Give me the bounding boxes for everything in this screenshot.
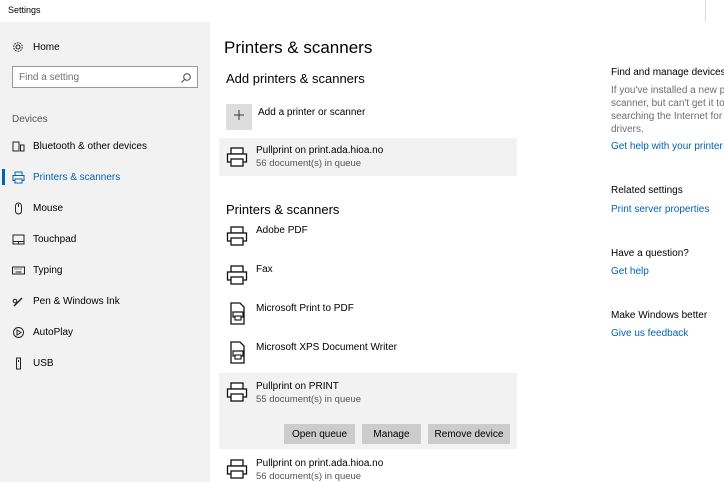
find-devices-heading: Find and manage devices	[611, 67, 724, 78]
device-name: Microsoft Print to PDF	[256, 303, 354, 314]
find-devices-text-line: If you've installed a new pr	[611, 85, 724, 96]
sidebar-home-label: Home	[33, 41, 60, 53]
plus-icon	[233, 108, 245, 126]
open-queue-button[interactable]: Open queue	[284, 424, 355, 444]
search-icon[interactable]	[180, 71, 192, 83]
sidebar-section-devices: Devices	[12, 114, 48, 125]
usb-icon	[11, 356, 25, 370]
sidebar-item-label: AutoPlay	[33, 326, 74, 338]
pen-icon	[11, 294, 25, 308]
device-name: Pullprint on PRINT	[256, 381, 339, 392]
manage-button[interactable]: Manage	[362, 424, 421, 444]
printer-icon	[226, 264, 248, 286]
document-printer-icon	[226, 302, 248, 325]
device-item-ms-print-to-pdf[interactable]: Microsoft Print to PDF	[219, 300, 517, 334]
sidebar-item-printers[interactable]: Printers & scanners	[0, 164, 210, 190]
sidebar-item-label: Mouse	[33, 202, 64, 214]
sidebar-item-usb[interactable]: USB	[0, 350, 210, 376]
sidebar-item-bluetooth[interactable]: Bluetooth & other devices	[0, 133, 210, 159]
printers-list-heading: Printers & scanners	[226, 202, 340, 217]
print-server-properties-link[interactable]: Print server properties	[611, 204, 709, 215]
device-name: Pullprint on print.ada.hioa.no	[256, 145, 384, 156]
sidebar-item-label: Bluetooth & other devices	[33, 140, 147, 152]
sidebar-item-touchpad[interactable]: Touchpad	[0, 226, 210, 252]
title-bar: Settings	[0, 0, 724, 22]
window-edge	[705, 0, 706, 22]
device-item-ms-xps-writer[interactable]: Microsoft XPS Document Writer	[219, 339, 517, 373]
sidebar-item-autoplay[interactable]: AutoPlay	[0, 319, 210, 345]
feedback-heading: Make Windows better	[611, 310, 708, 321]
found-printer-item[interactable]: Pullprint on print.ada.hioa.no 56 docume…	[219, 138, 517, 176]
printer-icon	[11, 170, 25, 184]
device-name: Pullprint on print.ada.hioa.no	[256, 458, 384, 469]
sidebar-item-mouse[interactable]: Mouse	[0, 195, 210, 221]
device-item-adobe-pdf[interactable]: Adobe PDF	[219, 222, 517, 256]
printer-help-link[interactable]: Get help with your printer	[611, 141, 723, 152]
touchpad-icon	[11, 232, 25, 246]
search-input[interactable]	[19, 70, 179, 84]
document-printer-icon	[226, 341, 248, 364]
sidebar-item-typing[interactable]: Typing	[0, 257, 210, 283]
related-settings-heading: Related settings	[611, 185, 683, 196]
add-printer-label[interactable]: Add a printer or scanner	[258, 107, 365, 118]
device-item-fax[interactable]: Fax	[219, 261, 517, 295]
remove-device-button[interactable]: Remove device	[428, 424, 510, 444]
sidebar-item-label: Printers & scanners	[33, 171, 121, 183]
printer-icon	[226, 146, 248, 168]
sidebar-item-label: USB	[33, 357, 54, 369]
bluetooth-devices-icon	[11, 139, 25, 153]
printer-icon	[226, 225, 248, 247]
gear-icon	[11, 40, 25, 54]
device-name: Microsoft XPS Document Writer	[256, 342, 397, 353]
sidebar-item-label: Pen & Windows Ink	[33, 295, 120, 307]
device-item-pullprint-ada[interactable]: Pullprint on print.ada.hioa.no 56 docume…	[219, 452, 517, 482]
sidebar-home[interactable]: Home	[0, 34, 210, 60]
find-devices-text-line: drivers.	[611, 124, 644, 135]
page-title: Printers & scanners	[224, 38, 373, 57]
printer-icon	[226, 381, 248, 403]
sidebar: Home Devices Bluetooth & other devices P…	[0, 22, 210, 482]
device-status: 56 document(s) in queue	[256, 471, 362, 482]
keyboard-icon	[11, 263, 25, 277]
sidebar-item-label: Touchpad	[33, 233, 77, 245]
printer-icon	[226, 458, 248, 480]
add-printer-button[interactable]	[226, 104, 252, 130]
device-name: Fax	[256, 264, 273, 275]
sidebar-item-label: Typing	[33, 264, 63, 276]
get-help-link[interactable]: Get help	[611, 266, 649, 277]
find-devices-text-line: scanner, but can't get it to	[611, 98, 724, 109]
window-title: Settings	[8, 5, 41, 15]
search-box[interactable]	[12, 66, 198, 88]
add-printers-heading: Add printers & scanners	[226, 71, 365, 86]
device-status: 55 document(s) in queue	[256, 394, 362, 405]
device-status: 56 document(s) in queue	[256, 158, 362, 169]
give-feedback-link[interactable]: Give us feedback	[611, 328, 688, 339]
question-heading: Have a question?	[611, 248, 689, 259]
sidebar-item-pen[interactable]: Pen & Windows Ink	[0, 288, 210, 314]
autoplay-icon	[11, 325, 25, 339]
device-name: Adobe PDF	[256, 225, 308, 236]
mouse-icon	[11, 201, 25, 215]
find-devices-text-line: searching the Internet for d	[611, 111, 724, 122]
